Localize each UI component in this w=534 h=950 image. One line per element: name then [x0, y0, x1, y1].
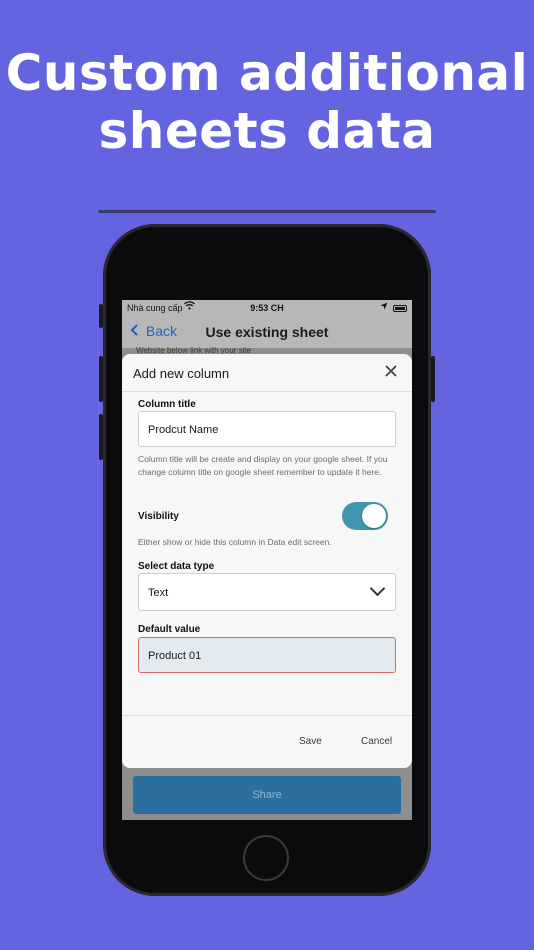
page-title: Use existing sheet [205, 324, 329, 340]
column-title-help: Column title will be create and display … [138, 454, 388, 477]
data-type-label: Select data type [138, 561, 215, 572]
battery-icon [393, 305, 407, 312]
default-value-input[interactable]: Product 01 [138, 637, 396, 673]
close-icon[interactable] [384, 362, 398, 382]
modal-footer-divider [122, 715, 412, 716]
visibility-toggle[interactable] [342, 502, 388, 530]
modal-title: Add new column [133, 366, 230, 381]
headline-line-1: Custom additional [5, 44, 529, 102]
phone-power-button [431, 356, 435, 402]
cancel-button[interactable]: Cancel [361, 736, 392, 747]
data-type-select[interactable]: Text [138, 573, 396, 611]
location-arrow-icon [380, 302, 388, 312]
modal-header: Add new column [122, 354, 412, 392]
share-button[interactable]: Share [133, 776, 401, 814]
default-value-label: Default value [138, 624, 201, 635]
headline-line-2: sheets data [98, 102, 436, 160]
visibility-help: Either show or hide this column in Data … [138, 537, 332, 547]
add-column-modal: Add new column Column title Prodcut Name… [122, 354, 412, 768]
chevron-down-icon [369, 580, 386, 597]
data-type-value: Text [148, 587, 169, 599]
toggle-knob [362, 504, 386, 528]
column-title-label: Column title [138, 399, 196, 410]
decorative-divider [98, 210, 436, 213]
promo-headline: Custom additional sheets data [0, 44, 534, 160]
column-title-input[interactable]: Prodcut Name [138, 411, 396, 447]
column-title-value: Prodcut Name [148, 424, 219, 436]
navigation-bar: Back Use existing sheet [122, 318, 412, 348]
default-value-text: Product 01 [148, 650, 202, 662]
status-bar: Nhà cung cấp 9:53 CH [122, 300, 412, 318]
phone-screen: Nhà cung cấp 9:53 CH Back Use existing s… [122, 300, 412, 820]
home-button[interactable] [243, 835, 289, 881]
status-time: 9:53 CH [250, 303, 284, 313]
save-button[interactable]: Save [299, 736, 322, 747]
visibility-label: Visibility [138, 511, 179, 522]
